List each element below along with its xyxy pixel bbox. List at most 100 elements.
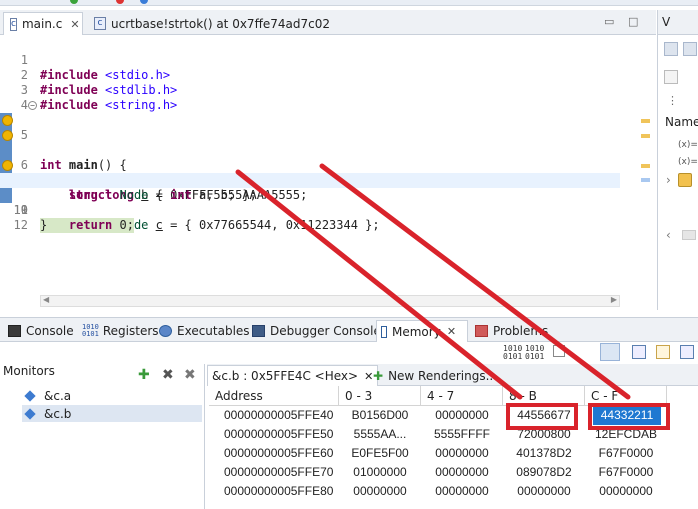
column-header[interactable]: 0 - 3 <box>339 386 421 406</box>
tab-executables[interactable]: Executables <box>155 320 254 342</box>
tab-new-renderings[interactable]: ✚ New Renderings... <box>369 365 501 386</box>
code-line: 1 #include <stdio.h> <box>20 53 171 82</box>
memory-cell[interactable]: 00000000 <box>421 463 503 482</box>
new-tab-icon[interactable] <box>553 345 565 357</box>
memory-cell[interactable]: 401378D2 <box>503 444 585 463</box>
run-icon[interactable] <box>70 0 78 4</box>
monitors-pane: Monitors ✚ ✖ ✖ &c.a &c.b <box>0 364 205 509</box>
layout-icon[interactable] <box>683 42 697 56</box>
expand-icon[interactable]: › <box>666 173 671 187</box>
bottom-view-tab-bar: Console 1010 0101 Registers Executables … <box>0 317 698 342</box>
memory-monitor-icon <box>24 407 36 420</box>
scroll-left-icon[interactable]: ‹ <box>666 228 671 242</box>
registers-icon: 1010 0101 <box>82 323 99 338</box>
binary-format-icon[interactable]: 1010 0101 <box>503 345 522 361</box>
memory-cell[interactable]: 00000000 <box>339 482 421 501</box>
variable-row[interactable]: (x)= <box>678 157 698 167</box>
problems-icon <box>475 325 488 337</box>
scroll-thumb[interactable] <box>682 230 696 240</box>
address-cell[interactable]: 00000000005FFE40 <box>209 406 339 425</box>
maximize-icon[interactable]: □ <box>628 15 638 28</box>
memory-cell[interactable]: E0FE5F00 <box>339 444 421 463</box>
overview-ruler-mark[interactable] <box>641 178 650 182</box>
code-line: 6 int a = 0xABCDEF12; <box>0 113 620 187</box>
show-type-icon[interactable] <box>664 70 678 84</box>
close-icon[interactable]: ✕ <box>70 18 79 31</box>
memory-cell[interactable]: F67F0000 <box>585 463 667 482</box>
code-editor[interactable]: 1 #include <stdio.h> 2 #include <stdlib.… <box>0 36 656 310</box>
monitors-title: Monitors <box>3 364 55 378</box>
column-header[interactable]: 4 - 7 <box>421 386 503 406</box>
minimize-icon[interactable]: ▭ <box>604 15 614 28</box>
tab-problems[interactable]: Problems <box>471 320 552 342</box>
memory-cell[interactable]: 00000000 <box>421 444 503 463</box>
code-line: 9 struct Node c = { 0x77665544, 0x112233… <box>0 158 620 232</box>
code-line: 7 long long b = 0xFFFF5555AAAA5555; <box>0 128 620 202</box>
close-icon[interactable]: ✕ <box>447 325 456 338</box>
link-icon[interactable] <box>600 343 620 361</box>
memory-monitor-icon <box>24 389 36 402</box>
remove-monitor-icon[interactable]: ✖ <box>162 367 174 383</box>
add-monitor-icon[interactable]: ✚ <box>138 367 150 383</box>
folder-icon <box>678 173 692 187</box>
main-toolbar <box>0 0 698 6</box>
memory-cell[interactable]: F67F0000 <box>585 444 667 463</box>
tab-registers[interactable]: 1010 0101 Registers <box>78 320 163 342</box>
remove-all-monitors-icon[interactable]: ✖ <box>184 367 196 383</box>
memory-cell[interactable]: 00000000 <box>503 482 585 501</box>
warning-icon[interactable] <box>2 160 13 171</box>
memory-icon <box>381 325 387 338</box>
overview-ruler-mark[interactable] <box>641 134 650 138</box>
warning-icon[interactable] <box>2 130 13 141</box>
debug-icon[interactable] <box>140 0 148 4</box>
code-line: 2 #include <stdlib.h> <box>20 68 178 97</box>
tab-main-c[interactable]: c main.c ✕ <box>3 12 83 35</box>
tab-memory[interactable]: Memory ✕ <box>376 320 468 342</box>
memory-cell[interactable]: 01000000 <box>339 463 421 482</box>
tab-console[interactable]: Console <box>4 320 78 342</box>
memory-cell[interactable]: B0156D00 <box>339 406 421 425</box>
memory-cell[interactable]: 00000000 <box>421 406 503 425</box>
code-line: 12 <box>13 218 28 232</box>
code-line: 5 − int main() { <box>0 98 620 172</box>
address-cell[interactable]: 00000000005FFE60 <box>209 444 339 463</box>
overview-ruler-mark[interactable] <box>641 119 650 123</box>
tab-label: ucrtbase!strtok() at 0x7ffe74ad7c02 <box>111 16 330 31</box>
add-icon: ✚ <box>373 368 384 383</box>
address-cell[interactable]: 00000000005FFE70 <box>209 463 339 482</box>
tab-debugger-console[interactable]: Debugger Console <box>248 320 385 342</box>
warning-icon[interactable] <box>2 115 13 126</box>
collapse-all-icon[interactable] <box>664 42 678 56</box>
tab-hex-rendering[interactable]: &c.b : 0x5FFE4C <Hex> ✕ <box>207 365 379 386</box>
monitor-item[interactable]: &c.a <box>22 387 202 404</box>
memory-cell[interactable]: 5555AA... <box>339 425 421 444</box>
executables-icon <box>159 325 172 337</box>
monitor-item[interactable]: &c.b <box>22 405 202 422</box>
view-menu-icon[interactable]: ⋮ <box>667 94 681 108</box>
console-icon <box>8 325 21 337</box>
stop-icon[interactable] <box>116 0 124 4</box>
memory-cell[interactable]: 089078D2 <box>503 463 585 482</box>
memory-cell[interactable]: 00000000 <box>585 482 667 501</box>
debugger-console-icon <box>252 325 265 337</box>
column-header-address[interactable]: Address <box>209 386 339 406</box>
export-icon[interactable] <box>632 345 646 359</box>
memory-cell[interactable]: 00000000 <box>421 482 503 501</box>
import-icon[interactable] <box>656 345 670 359</box>
tab-label: main.c <box>21 17 63 31</box>
address-cell[interactable]: 00000000005FFE80 <box>209 482 339 501</box>
tab-strtok-disassembly[interactable]: c ucrtbase!strtok() at 0x7ffe74ad7c02 <box>88 12 358 35</box>
hex-format-icon[interactable]: 1010 0101 <box>525 345 544 361</box>
variable-row[interactable]: (x)= <box>678 140 698 150</box>
address-cell[interactable]: 00000000005FFE50 <box>209 425 339 444</box>
variables-view-tab[interactable]: V <box>658 10 698 35</box>
scroll-right-icon[interactable]: ▶ <box>611 295 617 304</box>
toggle-icon[interactable] <box>680 345 694 359</box>
overview-ruler-mark[interactable] <box>641 164 650 168</box>
memory-cell[interactable]: 5555FFFF <box>421 425 503 444</box>
scroll-left-icon[interactable]: ◀ <box>43 295 49 304</box>
horizontal-scrollbar[interactable]: ◀ ▶ <box>40 295 620 307</box>
code-line: 3 #include <string.h> <box>20 83 178 112</box>
fold-toggle-icon[interactable]: − <box>28 101 37 110</box>
c-file-icon: c <box>10 17 17 31</box>
